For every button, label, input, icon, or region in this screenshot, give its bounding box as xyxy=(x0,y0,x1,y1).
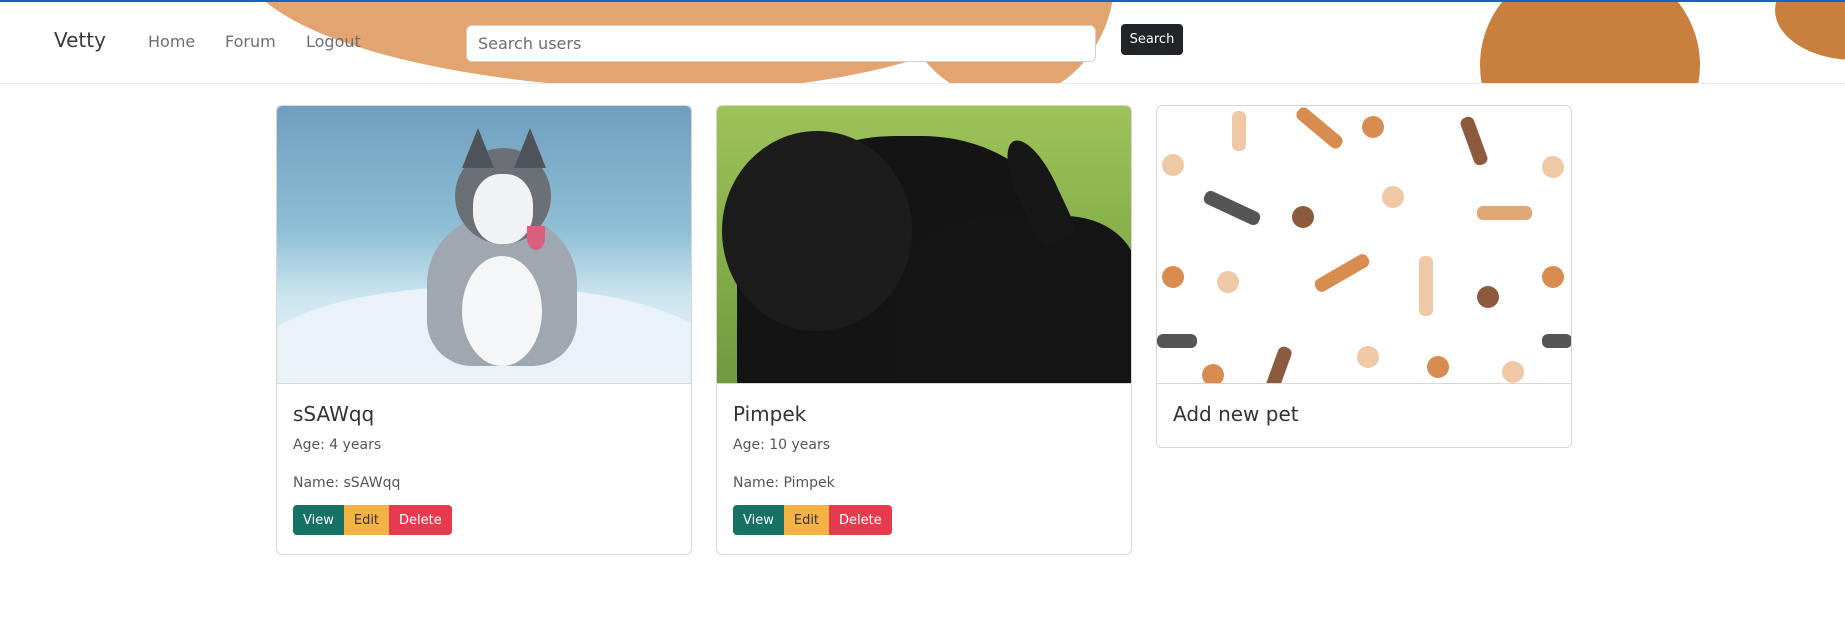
nav-link-home[interactable]: Home xyxy=(148,32,195,51)
pet-title: Pimpek xyxy=(733,402,807,426)
pet-actions: View Edit Delete xyxy=(293,505,675,535)
nav-link-forum[interactable]: Forum xyxy=(225,32,276,51)
pet-card: sSAWqq Age: 4 years Name: sSAWqq View Ed… xyxy=(276,105,692,555)
nav-link-logout[interactable]: Logout xyxy=(306,32,361,51)
delete-button[interactable]: Delete xyxy=(389,505,452,535)
view-button[interactable]: View xyxy=(293,505,344,535)
view-button[interactable]: View xyxy=(733,505,784,535)
delete-button[interactable]: Delete xyxy=(829,505,892,535)
edit-button[interactable]: Edit xyxy=(783,505,830,535)
pet-card: Pimpek Age: 10 years Name: Pimpek View E… xyxy=(716,105,1132,555)
navbar: Vetty Home Forum Logout Search xyxy=(0,0,1845,84)
pet-card-body: Pimpek Age: 10 years Name: Pimpek View E… xyxy=(717,384,1131,551)
pet-name: Name: Pimpek xyxy=(733,475,835,491)
pet-age: Age: 4 years xyxy=(293,437,382,453)
decorative-blob xyxy=(1480,0,1700,83)
pet-title: sSAWqq xyxy=(293,402,375,426)
pet-actions: View Edit Delete xyxy=(733,505,1115,535)
pet-card-body: sSAWqq Age: 4 years Name: sSAWqq View Ed… xyxy=(277,384,691,551)
brand-logo[interactable]: Vetty xyxy=(54,28,106,52)
pet-name: Name: sSAWqq xyxy=(293,475,401,491)
bones-pattern-image[interactable] xyxy=(1157,106,1571,384)
search-button[interactable]: Search xyxy=(1121,24,1183,55)
add-pet-card-body: Add new pet xyxy=(1157,384,1571,442)
edit-button[interactable]: Edit xyxy=(343,505,390,535)
top-accent-line xyxy=(0,0,1845,2)
pet-photo-terrier[interactable] xyxy=(717,106,1131,384)
add-pet-card[interactable]: Add new pet xyxy=(1156,105,1572,448)
pet-photo-husky[interactable] xyxy=(277,106,691,384)
pet-age: Age: 10 years xyxy=(733,437,831,453)
search-users-input[interactable] xyxy=(466,25,1096,62)
add-pet-title[interactable]: Add new pet xyxy=(1173,402,1555,426)
decorative-blob xyxy=(1775,0,1845,60)
